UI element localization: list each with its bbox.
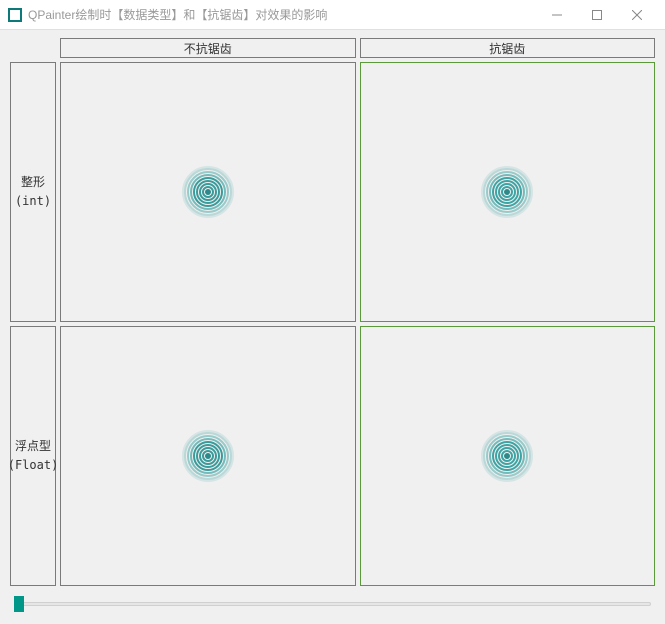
radius-slider[interactable] [14,594,651,614]
row-header-float-type: 浮点型 [15,437,51,456]
row-header-int: 整形 (int) [10,62,56,322]
comparison-grid: 不抗锯齿 抗锯齿 整形 (int) 浮点型 (Float) [10,38,655,586]
window-controls [537,0,657,30]
panel-int-no-aa [60,62,356,322]
ripple-graphic [481,166,533,218]
column-header-no-aa: 不抗锯齿 [60,38,356,58]
app-icon [8,8,22,22]
row-header-float-paren: (Float) [8,456,59,475]
client-area: 不抗锯齿 抗锯齿 整形 (int) 浮点型 (Float) [0,30,665,624]
close-button[interactable] [617,0,657,30]
column-header-aa: 抗锯齿 [360,38,656,58]
slider-track [14,602,651,606]
ripple-graphic [481,430,533,482]
slider-row [10,594,655,614]
ripple-graphic [182,430,234,482]
panel-float-aa [360,326,656,586]
row-header-int-type: 整形 [21,173,45,192]
ripple-graphic [182,166,234,218]
window-title: QPainter绘制时【数据类型】和【抗锯齿】对效果的影响 [28,6,537,23]
row-header-int-paren: (int) [15,192,51,211]
maximize-button[interactable] [577,0,617,30]
titlebar: QPainter绘制时【数据类型】和【抗锯齿】对效果的影响 [0,0,665,30]
slider-thumb[interactable] [14,596,24,612]
panel-int-aa [360,62,656,322]
row-header-float: 浮点型 (Float) [10,326,56,586]
panel-float-no-aa [60,326,356,586]
grid-corner [10,38,56,58]
minimize-button[interactable] [537,0,577,30]
